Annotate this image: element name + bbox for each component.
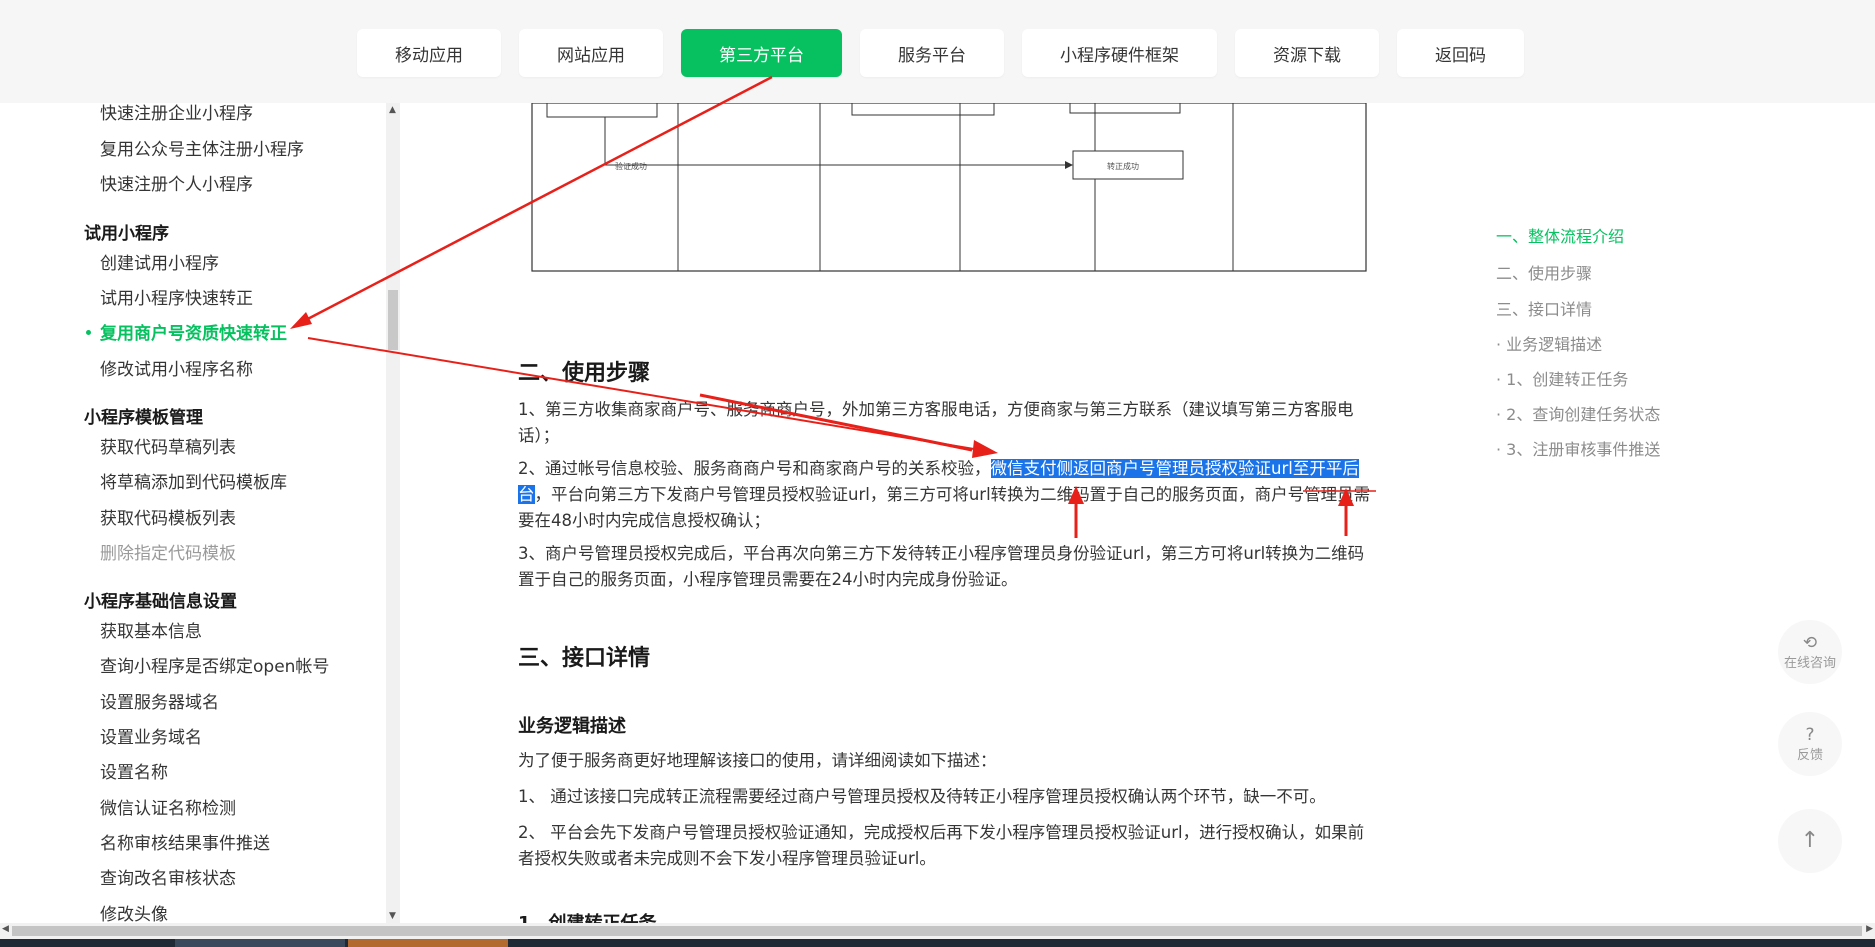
tab-miniprogram-hardware[interactable]: 小程序硬件框架 [1022,29,1217,77]
toc-item[interactable]: · 3、注册审核事件推送 [1496,436,1660,460]
sidebar-scroll-thumb[interactable] [388,290,398,350]
sidebar-scrollbar[interactable]: ▲ ▼ [386,103,400,923]
sidebar-item[interactable]: 创建试用小程序 [100,249,219,274]
sidebar-item[interactable]: 将草稿添加到代码模板库 [100,468,287,493]
tab-web-app[interactable]: 网站应用 [519,29,663,77]
question-icon: ? [1805,724,1815,745]
business-item-1: 1、 通过该接口完成转正流程需要经过商户号管理员授权及待转正小程序管理员授权确认… [518,787,1326,806]
taskbar-item[interactable] [348,939,508,947]
business-item-2: 2、 平台会先下发商户号管理员授权验证通知，完成授权后再下发小程序管理员授权验证… [518,823,1365,868]
tab-third-party-platform[interactable]: 第三方平台 [681,29,842,77]
tab-service-platform[interactable]: 服务平台 [860,29,1004,77]
back-to-top-button[interactable]: ↑ [1778,809,1842,873]
scroll-down-icon[interactable]: ▼ [389,911,396,921]
flow-diagram: 验证成功 转正成功 [531,103,1367,272]
toc-item[interactable]: · 1、创建转正任务 [1496,366,1628,390]
sidebar-item[interactable]: 修改试用小程序名称 [100,355,253,380]
top-nav: 移动应用 网站应用 第三方平台 服务平台 小程序硬件框架 资源下载 返回码 [0,0,1875,103]
sidebar-item[interactable]: 设置服务器域名 [100,688,219,713]
tab-resource-download[interactable]: 资源下载 [1235,29,1379,77]
sidebar-item[interactable]: 试用小程序快速转正 [100,284,253,309]
sidebar-item[interactable]: 名称审核结果事件推送 [100,829,270,854]
section-title-steps: 二、使用步骤 [518,361,651,386]
step-1-text: 1、第三方收集商家商户号、服务商商户号，外加第三方客服电话，方便商家与第三方联系… [518,400,1354,445]
scroll-left-icon[interactable]: ◀ [2,924,9,934]
step-2-paragraph: 2、通过帐号信息校验、服务商商户号和商家商户号的关系校验，微信支付侧返回商户号管… [518,456,1380,534]
subsection-title-business: 业务逻辑描述 [518,716,626,737]
consult-label: 在线咨询 [1783,655,1836,671]
sidebar-item[interactable]: 修改头像 [100,900,168,925]
toc-item[interactable]: 三、接口详情 [1496,296,1592,320]
scroll-up-icon[interactable]: ▲ [389,105,396,115]
sidebar-item[interactable]: 获取代码草稿列表 [100,433,236,458]
tab-mobile-app[interactable]: 移动应用 [357,29,501,77]
step-2-text: 2、通过帐号信息校验、服务商商户号和商家商户号的关系校验， [518,459,991,478]
horizontal-scroll-thumb[interactable] [12,926,1862,936]
nav-tabs: 移动应用 网站应用 第三方平台 服务平台 小程序硬件框架 资源下载 返回码 [357,29,1524,77]
subsection-title-create-task: 1、创建转正任务 [518,909,657,923]
toc-item-active[interactable]: 一、整体流程介绍 [1496,223,1624,247]
step-2-text: ，平台向第三方下发商户号管理员授权验证url，第三方可将url转换为二维码置于自… [518,485,1371,530]
section-title-interface: 三、接口详情 [518,646,651,671]
sidebar-item[interactable]: 设置业务域名 [100,723,202,748]
taskbar [0,939,1875,947]
sidebar-item[interactable]: 删除指定代码模板 [100,539,236,564]
scroll-right-icon[interactable]: ▶ [1866,924,1873,934]
step-3-text: 3、商户号管理员授权完成后，平台再次向第三方下发待转正小程序管理员身份验证url… [518,544,1365,589]
sidebar-group-basic[interactable]: 小程序基础信息设置 [84,587,237,612]
taskbar-item[interactable] [175,939,345,947]
toc-item[interactable]: · 业务逻辑描述 [1496,331,1602,355]
diagram-label: 转正成功 [1107,161,1139,171]
sidebar-item[interactable]: 获取代码模板列表 [100,504,236,529]
tab-return-code[interactable]: 返回码 [1397,29,1524,77]
sidebar-item[interactable]: 微信认证名称检测 [100,794,236,819]
sidebar-item[interactable]: 快速注册个人小程序 [100,170,253,195]
sidebar-group-template[interactable]: 小程序模板管理 [84,403,203,428]
toc-item[interactable]: · 2、查询创建任务状态 [1496,401,1660,425]
diagram-label: 验证成功 [615,161,647,171]
feedback-button[interactable]: ? 反馈 [1778,712,1842,776]
sidebar-group-trial[interactable]: 试用小程序 [84,219,169,244]
sidebar-item[interactable]: 获取基本信息 [100,617,202,642]
business-intro-text: 为了便于服务商更好地理解该接口的使用，请详细阅读如下描述： [518,751,997,770]
feedback-label: 反馈 [1796,747,1823,763]
toc-item[interactable]: 二、使用步骤 [1496,260,1592,284]
sidebar-item[interactable]: 设置名称 [100,758,168,783]
sidebar-item[interactable]: 复用公众号主体注册小程序 [100,135,304,160]
online-consult-button[interactable]: ⟲ 在线咨询 [1778,620,1842,684]
horizontal-scrollbar[interactable]: ◀ ▶ [0,923,1875,939]
refresh-icon: ⟲ [1802,632,1818,653]
sidebar-item-active[interactable]: 复用商户号资质快速转正 [100,319,287,344]
sidebar-item[interactable]: 查询改名审核状态 [100,864,236,889]
sidebar-item[interactable]: 查询小程序是否绑定open帐号 [100,652,329,677]
active-dot [86,330,91,335]
arrow-up-icon: ↑ [1800,828,1820,853]
